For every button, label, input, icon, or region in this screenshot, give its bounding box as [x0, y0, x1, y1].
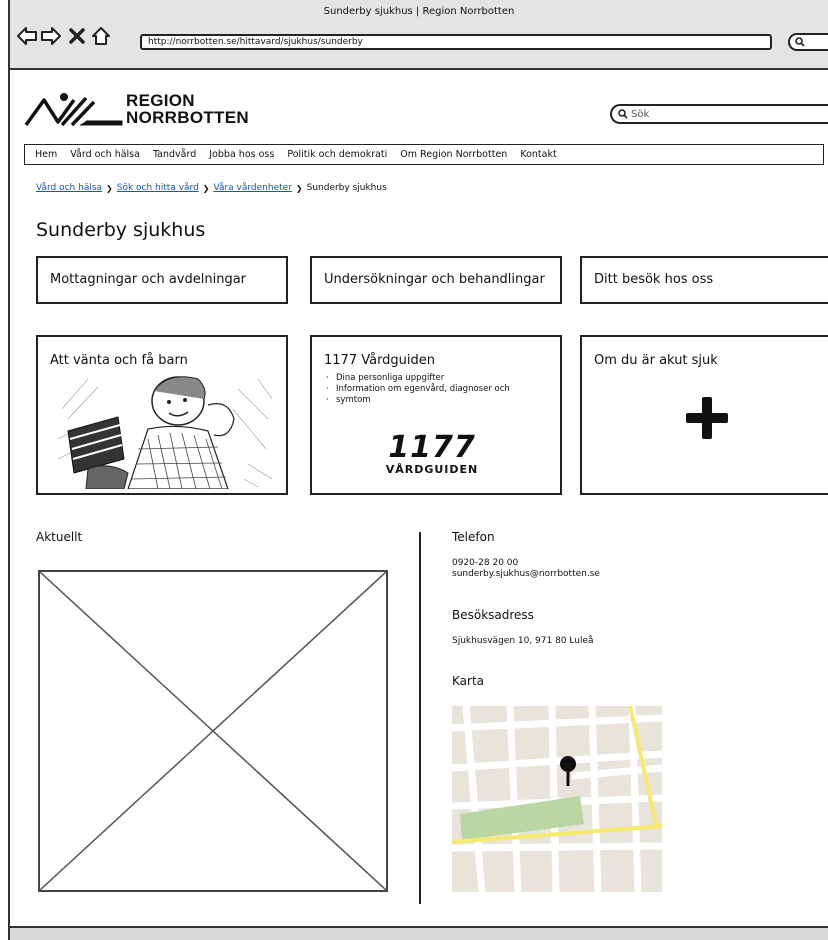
card-title: Undersökningar och behandlingar [324, 272, 545, 287]
card-mottagningar[interactable]: Mottagningar och avdelningar [36, 256, 288, 304]
vardguiden-logo-label: VÅRDGUIDEN [385, 463, 479, 476]
browser-status-bar [8, 926, 828, 940]
nav-item-jobba-hos-oss[interactable]: Jobba hos oss [209, 149, 274, 160]
mother-child-photo [58, 369, 274, 489]
stop-button[interactable] [66, 25, 88, 47]
card-title: Mottagningar och avdelningar [50, 272, 247, 287]
map-graphic [452, 706, 662, 892]
back-button[interactable] [16, 25, 38, 47]
region-norrbotten-logo[interactable]: REGION NORRBOTTEN [24, 92, 254, 134]
address-title: Besöksadress [452, 608, 534, 622]
news-image-placeholder[interactable] [38, 570, 388, 892]
search-placeholder: Sök [631, 108, 650, 120]
contact-details: 0920-28 20 00 sunderby.sjukhus@norrbotte… [452, 558, 600, 580]
close-icon [69, 28, 85, 44]
search-icon [795, 37, 805, 47]
url-bar[interactable]: http://norrbotten.se/hittavard/sjukhus/s… [140, 34, 772, 50]
breadcrumb-link-vara-vardenheter[interactable]: Våra vårdenheter [214, 183, 292, 193]
card-1177-vardguiden[interactable]: 1177 Vårdguiden Dina personliga uppgifte… [310, 335, 562, 495]
main-navigation: Hem Vård och hälsa Tandvård Jobba hos os… [24, 144, 824, 165]
search-icon [618, 109, 628, 119]
plus-icon [686, 397, 728, 439]
web-page: REGION NORRBOTTEN Sök Hem Vård och hälsa… [8, 70, 828, 926]
news-title: Aktuellt [36, 530, 83, 544]
list-item: Dina personliga uppgifter [326, 373, 510, 384]
window-title: Sunderby sjukhus | Region Norrbotten [323, 6, 515, 17]
visit-address: Sjukhusvägen 10, 971 80 Luleå [452, 636, 594, 646]
image-placeholder-cross-icon [39, 571, 387, 891]
card-undersokningar[interactable]: Undersökningar och behandlingar [310, 256, 562, 304]
breadcrumb-current: Sunderby sjukhus [306, 183, 387, 193]
location-map[interactable] [452, 706, 662, 892]
nav-item-politik-och-demokrati[interactable]: Politik och demokrati [287, 149, 387, 160]
card-att-vanta-barn[interactable]: Att vänta och få barn [36, 335, 288, 495]
breadcrumb-link-sok-och-hitta-vard[interactable]: Sök och hitta vård [117, 183, 199, 193]
forward-button[interactable] [40, 25, 62, 47]
list-item: symtom [326, 395, 510, 406]
home-icon [92, 27, 110, 45]
logo-line-region: REGION [126, 91, 195, 110]
chevron-right-icon: ❯ [295, 183, 303, 193]
logo-line-norrbotten: NORRBOTTEN [126, 108, 249, 127]
card-bullet-list: Dina personliga uppgifter Information om… [326, 373, 510, 406]
nav-item-kontakt[interactable]: Kontakt [520, 149, 556, 160]
logo-text: REGION NORRBOTTEN [126, 92, 249, 126]
logo-mark-icon [24, 93, 123, 127]
map-title: Karta [452, 674, 485, 688]
nav-item-om-region-norrbotten[interactable]: Om Region Norrbotten [400, 149, 507, 160]
card-ditt-besok[interactable]: Ditt besök hos oss [580, 256, 828, 304]
card-akut-sjuk[interactable]: Om du är akut sjuk [580, 335, 828, 495]
vardguiden-logo: 1177 VÅRDGUIDEN [372, 430, 492, 477]
phone-number[interactable]: 0920-28 20 00 [452, 558, 600, 569]
vardguiden-logo-number: 1177 [388, 430, 476, 465]
browser-search-field[interactable] [788, 33, 828, 51]
nav-item-hem[interactable]: Hem [35, 149, 57, 160]
chevron-right-icon: ❯ [202, 183, 210, 193]
site-search-input[interactable]: Sök [610, 104, 828, 124]
list-item: Information om egenvård, diagnoser och [326, 384, 510, 395]
browser-chrome: Sunderby sjukhus | Region Norrbotten htt… [8, 0, 828, 70]
forward-arrow-icon [41, 27, 61, 45]
email-link[interactable]: sunderby.sjukhus@norrbotten.se [452, 569, 600, 580]
nav-item-tandvard[interactable]: Tandvård [153, 149, 196, 160]
card-title: Att vänta och få barn [50, 353, 188, 368]
card-title: Ditt besök hos oss [594, 272, 714, 287]
back-arrow-icon [17, 27, 37, 45]
nav-item-vard-och-halsa[interactable]: Vård och hälsa [70, 149, 140, 160]
chevron-right-icon: ❯ [106, 183, 113, 193]
breadcrumb: Vård och hälsa ❯ Sök och hitta vård ❯ Vå… [36, 183, 387, 193]
phone-title: Telefon [452, 530, 495, 544]
breadcrumb-link-vard-och-halsa[interactable]: Vård och hälsa [36, 183, 102, 193]
card-title: 1177 Vårdguiden [324, 353, 436, 368]
column-divider [419, 532, 421, 904]
card-title: Om du är akut sjuk [594, 353, 718, 368]
home-button[interactable] [90, 25, 112, 47]
page-title: Sunderby sjukhus [36, 219, 206, 241]
